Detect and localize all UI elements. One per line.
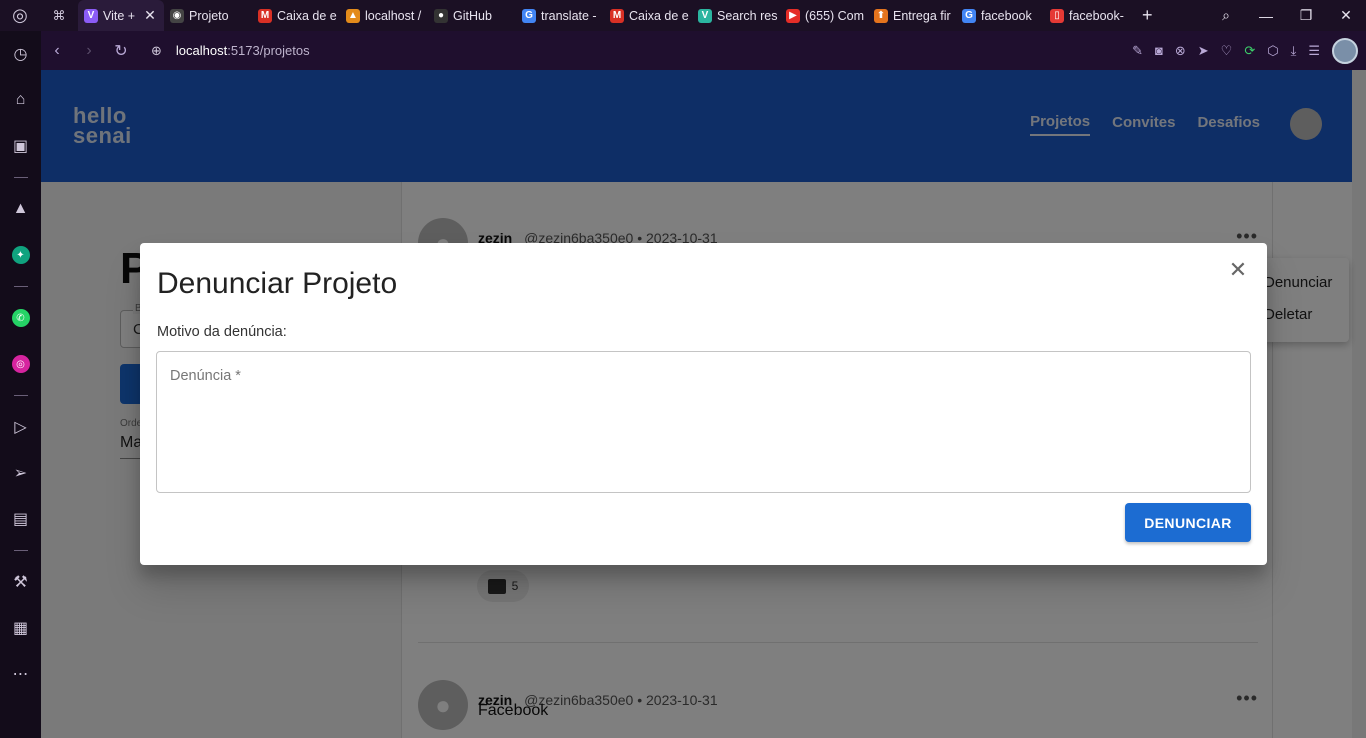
heart-icon[interactable]: ♡ <box>1221 43 1233 59</box>
tab-label: Search res <box>717 8 778 23</box>
browser-tab[interactable]: ● GitHub <box>428 0 516 31</box>
browser-tab[interactable]: V Vite + ✕ <box>78 0 164 31</box>
tab-label: (655) Com <box>805 8 865 23</box>
tab-label: Entrega fir <box>893 8 951 23</box>
speed-dial-icon[interactable]: ◷ <box>0 31 41 77</box>
browser-tab[interactable]: ⬆ Entrega fir <box>868 0 956 31</box>
sidebar-divider <box>13 395 28 396</box>
browser-tab[interactable]: Gtranslate - <box>516 0 604 31</box>
tab-favicon-icon: ▲ <box>346 8 360 23</box>
sidebar-divider <box>13 177 28 178</box>
browser-sidebar: ◷ ⌂ ▣ ▲ ✦ ✆ ◎ ▷ ➢ ▤ ⚒ ▦ ⋯ <box>0 31 41 738</box>
browser-tab[interactable]: ▶ (655) Com <box>780 0 868 31</box>
sync-icon[interactable]: ⟳ <box>1244 43 1255 59</box>
report-dialog: Denunciar Projeto ✕ Motivo da denúncia: … <box>140 243 1267 565</box>
tab-favicon-icon: M <box>258 8 272 23</box>
bag-icon[interactable]: ⌂ <box>0 77 41 123</box>
chatgpt-app-icon: ✦ <box>11 246 30 264</box>
site-info-icon[interactable]: ⊕ <box>151 43 162 59</box>
tab-label: Vite + <box>103 8 136 23</box>
browser-tab[interactable]: M Caixa de e <box>604 0 692 31</box>
download-icon[interactable]: ⤓ <box>1291 43 1297 59</box>
browser-tab[interactable]: ▲ localhost / <box>340 0 428 31</box>
tab-close-icon[interactable]: ✕ <box>144 7 156 24</box>
menu-icon[interactable]: ☰ <box>1308 43 1320 59</box>
tab-label: GitHub <box>453 8 492 23</box>
address-bar: ‹ › ↻ ⊕ localhost:5173/projetos ✎ ◙ ⊗ ➤ … <box>41 31 1366 70</box>
browser-tab[interactable]: M Caixa de e <box>252 0 340 31</box>
cube-icon[interactable]: ⬡ <box>1267 43 1278 59</box>
shield-icon[interactable]: ⊗ <box>1175 43 1186 59</box>
more-icon[interactable]: ⋯ <box>0 651 41 697</box>
tab-label: translate - <box>541 8 597 23</box>
tab-label: facebook- <box>1069 8 1124 23</box>
tab-label: facebook <box>981 8 1032 23</box>
chip-icon[interactable]: ▣ <box>0 123 41 169</box>
chatgpt-icon[interactable]: ✦ <box>0 232 41 278</box>
url-path: :5173/projetos <box>227 43 310 58</box>
back-icon[interactable]: ‹ <box>41 42 73 60</box>
tab-label: Caixa de e <box>277 8 337 23</box>
whatsapp-app-icon: ✆ <box>11 309 30 327</box>
browser-tab[interactable]: ▯ facebook- <box>1044 0 1132 31</box>
aria-icon[interactable]: ▲ <box>0 186 41 232</box>
tab-label: Caixa de e <box>629 8 689 23</box>
url-host: localhost <box>175 43 228 58</box>
user-avatar[interactable] <box>1332 37 1358 64</box>
report-textarea-field[interactable] <box>156 351 1251 493</box>
browser-tab[interactable]: Gfacebook <box>956 0 1044 31</box>
whatsapp-icon[interactable]: ✆ <box>0 295 41 341</box>
tools-icon[interactable]: ⚒ <box>0 559 41 605</box>
close-window-icon[interactable]: ✕ <box>1326 7 1366 24</box>
tab-favicon-icon: V <box>698 8 712 23</box>
sidebar-divider <box>13 286 28 287</box>
tab-favicon-icon: G <box>962 8 976 23</box>
tab-label: Projeto <box>189 8 229 23</box>
camera-icon[interactable]: ◙ <box>1155 43 1163 58</box>
tab-favicon-icon: ▶ <box>786 8 800 23</box>
gallery-icon[interactable]: ▦ <box>0 605 41 651</box>
restore-icon[interactable]: ❐ <box>1286 7 1326 24</box>
reason-label: Motivo da denúncia: <box>157 324 287 340</box>
instagram-app-icon: ◎ <box>11 355 30 373</box>
browser-tab-bar: ◎ ⌘ V Vite + ✕ ◉ Projeto M Caixa de e ▲ localhos… <box>0 0 1366 31</box>
report-textarea[interactable] <box>170 368 1236 478</box>
reload-icon[interactable]: ↻ <box>105 41 137 61</box>
tab-favicon-icon: ▯ <box>1050 8 1064 23</box>
url-field[interactable]: localhost:5173/projetos <box>176 43 310 58</box>
wallet-icon[interactable]: ▤ <box>0 496 41 542</box>
browser-tab[interactable]: ◉ Projeto <box>164 0 252 31</box>
tab-favicon-icon: ◉ <box>170 8 184 23</box>
tab-favicon-icon: M <box>610 8 624 23</box>
player-icon[interactable]: ▷ <box>0 404 41 450</box>
forward-icon[interactable]: › <box>73 42 105 60</box>
send-sidebar-icon[interactable]: ➢ <box>0 450 41 496</box>
sidebar-divider <box>13 550 28 551</box>
new-tab-icon[interactable]: + <box>1142 5 1153 26</box>
browser-tab[interactable]: V Search res <box>692 0 780 31</box>
window-controls: ⌕ — ❐ ✕ <box>1206 0 1366 31</box>
tab-favicon-icon: G <box>522 8 536 23</box>
minimize-icon[interactable]: — <box>1246 8 1286 24</box>
denunciar-button[interactable]: DENUNCIAR <box>1125 503 1251 542</box>
dialog-title: Denunciar Projeto <box>157 267 398 300</box>
edit-icon[interactable]: ✎ <box>1132 43 1143 59</box>
search-icon[interactable]: ⌕ <box>1206 7 1246 24</box>
gamepad-icon[interactable]: ⌘ <box>40 8 78 24</box>
toolbar-icons: ✎ ◙ ⊗ ➤ ♡ ⟳ ⬡ ⤓ ☰ <box>1132 31 1358 70</box>
opera-menu-icon[interactable]: ◎ <box>0 0 40 31</box>
tab-favicon-icon: ⬆ <box>874 8 888 23</box>
tab-label: localhost / <box>365 8 422 23</box>
send-icon[interactable]: ➤ <box>1198 43 1209 59</box>
tab-list: V Vite + ✕ ◉ Projeto M Caixa de e ▲ localhost / ●… <box>78 0 1132 31</box>
tab-favicon-icon: V <box>84 8 98 23</box>
close-icon[interactable]: ✕ <box>1227 259 1249 281</box>
instagram-icon[interactable]: ◎ <box>0 341 41 387</box>
tab-favicon-icon: ● <box>434 8 448 23</box>
